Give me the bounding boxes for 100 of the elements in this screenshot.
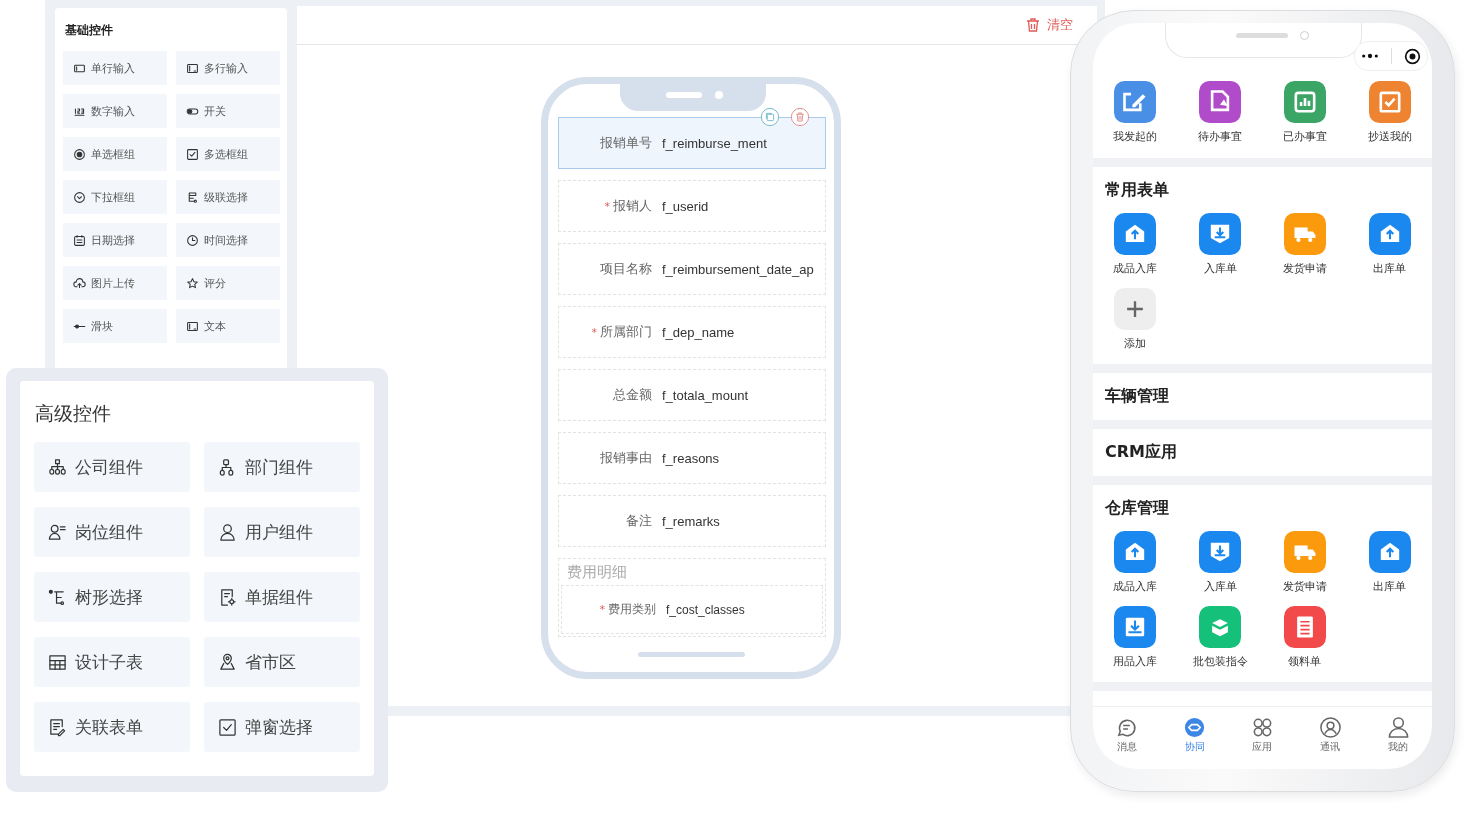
user-icon bbox=[218, 522, 237, 542]
app-label: 成品入库 bbox=[1113, 579, 1158, 594]
checkbox-icon bbox=[186, 147, 199, 161]
control-tile[interactable]: 岗位组件 bbox=[34, 507, 190, 557]
field-name: f_cost_classes bbox=[666, 602, 745, 617]
tab-bar-item[interactable]: 我的 bbox=[1364, 707, 1432, 763]
control-tile[interactable]: 公司组件 bbox=[34, 442, 190, 492]
field-label: * 所属部门 bbox=[590, 323, 652, 341]
form-field-row[interactable]: * 报销人 f_userid bbox=[558, 180, 826, 232]
field-label: * 费用类别 bbox=[598, 601, 656, 618]
field-label: 备注 bbox=[625, 512, 652, 530]
org-chart-icon bbox=[48, 457, 67, 477]
text-icon bbox=[186, 319, 199, 333]
control-tile[interactable]: 图片上传 bbox=[63, 266, 167, 300]
field-label: * 报销人 bbox=[603, 197, 652, 215]
app-label: 出库单 bbox=[1373, 579, 1407, 594]
field-name: f_totala_mount bbox=[662, 387, 748, 403]
control-tile[interactable]: 开关 bbox=[176, 94, 280, 128]
control-tile[interactable]: 数字输入 bbox=[63, 94, 167, 128]
app-label: 我发起的 bbox=[1113, 129, 1158, 144]
control-tile[interactable]: 下拉框组 bbox=[63, 180, 167, 214]
app-shortcut[interactable]: 用品入库 bbox=[1093, 606, 1178, 669]
control-tile[interactable]: 弹窗选择 bbox=[204, 702, 360, 752]
panel-title: 高级控件 bbox=[35, 401, 112, 426]
control-tile[interactable]: 评分 bbox=[176, 266, 280, 300]
control-tile[interactable]: 文本 bbox=[176, 309, 280, 343]
app-shortcut[interactable]: 入库单 bbox=[1177, 531, 1263, 594]
field-name: f_dep_name bbox=[662, 324, 735, 340]
app-shortcut[interactable]: 领料单 bbox=[1262, 606, 1348, 669]
app-label: 成品入库 bbox=[1113, 261, 1158, 276]
dropdown-icon bbox=[73, 190, 86, 204]
control-tile[interactable]: 单选框组 bbox=[63, 137, 167, 171]
control-tile[interactable]: 关联表单 bbox=[34, 702, 190, 752]
tab-bar-item[interactable]: 协同 bbox=[1160, 707, 1229, 763]
tab-bar-item[interactable]: 应用 bbox=[1228, 707, 1297, 763]
form-field-row[interactable]: 备注 f_remarks bbox=[558, 495, 826, 547]
form-field-row[interactable]: 报销单号 f_reimburse_ment bbox=[558, 117, 826, 169]
form-field-row[interactable]: * 费用类别 f_cost_classes bbox=[561, 586, 823, 634]
field-name: f_reimbursement_date_ap bbox=[662, 261, 814, 277]
control-tile[interactable]: 部门组件 bbox=[204, 442, 360, 492]
app-shortcut[interactable]: 添加 bbox=[1093, 288, 1178, 351]
app-shortcut[interactable]: 出库单 bbox=[1347, 213, 1432, 276]
app-label: 发货申请 bbox=[1282, 579, 1327, 594]
field-label: 项目名称 bbox=[599, 260, 652, 278]
field-label: 报销单号 bbox=[599, 134, 652, 152]
app-shortcut[interactable]: 已办事宜 bbox=[1262, 81, 1348, 144]
field-name: f_reasons bbox=[662, 450, 720, 466]
app-label: 领料单 bbox=[1288, 654, 1322, 669]
field-label: 报销事由 bbox=[599, 449, 652, 467]
textarea-icon bbox=[186, 61, 199, 75]
app-shortcut[interactable]: 发货申请 bbox=[1262, 213, 1348, 276]
control-tile[interactable]: 多选框组 bbox=[176, 137, 280, 171]
app-shortcut[interactable]: 出库单 bbox=[1347, 531, 1432, 594]
subtable-title: 费用明细 bbox=[561, 561, 823, 586]
control-tile[interactable]: 设计子表 bbox=[34, 637, 190, 687]
app-label: 出库单 bbox=[1373, 261, 1407, 276]
control-tile[interactable]: 省市区 bbox=[204, 637, 360, 687]
form-field-row[interactable]: 报销事由 f_reasons bbox=[558, 432, 826, 484]
user-icon bbox=[1386, 716, 1410, 739]
upload-icon bbox=[73, 276, 86, 290]
clock-icon bbox=[186, 233, 199, 247]
control-tile[interactable]: 单行输入 bbox=[63, 51, 167, 85]
app-shortcut[interactable]: 成品入库 bbox=[1093, 531, 1178, 594]
control-tile[interactable]: 树形选择 bbox=[34, 572, 190, 622]
more-icon[interactable] bbox=[1361, 52, 1379, 60]
control-tile[interactable]: 单据组件 bbox=[204, 572, 360, 622]
clear-button[interactable]: 清空 bbox=[1025, 16, 1073, 34]
app-shortcut[interactable]: 入库单 bbox=[1177, 213, 1263, 276]
document-edit-icon bbox=[48, 717, 67, 737]
control-tile[interactable]: 日期选择 bbox=[63, 223, 167, 257]
form-field-row[interactable]: 项目名称 f_reimbursement_date_ap bbox=[558, 243, 826, 295]
app-shortcut[interactable]: 发货申请 bbox=[1262, 531, 1348, 594]
form-field-row[interactable]: 总金额 f_totala_mount bbox=[558, 369, 826, 421]
control-tile[interactable]: 时间选择 bbox=[176, 223, 280, 257]
app-shortcut[interactable]: 待办事宜 bbox=[1177, 81, 1263, 144]
field-label: 总金额 bbox=[612, 386, 652, 404]
form-field-row[interactable]: * 所属部门 f_dep_name bbox=[558, 306, 826, 358]
control-tile[interactable]: 级联选择 bbox=[176, 180, 280, 214]
app-shortcut[interactable]: 抄送我的 bbox=[1347, 81, 1432, 144]
app-label: 用品入库 bbox=[1113, 654, 1158, 669]
section-title: CRM应用 bbox=[1104, 442, 1178, 463]
tree-icon bbox=[48, 587, 67, 607]
app-shortcut[interactable]: 我发起的 bbox=[1093, 81, 1178, 144]
app-label: 添加 bbox=[1124, 336, 1147, 351]
section-title: 仓库管理 bbox=[1104, 498, 1170, 519]
panel-title: 基础控件 bbox=[65, 22, 114, 39]
app-shortcut[interactable]: 成品入库 bbox=[1093, 213, 1178, 276]
radio-icon bbox=[73, 147, 86, 161]
user-list-icon bbox=[48, 522, 67, 542]
tab-bar-item[interactable]: 消息 bbox=[1093, 707, 1161, 763]
trash-icon bbox=[1025, 17, 1041, 33]
app-label: 待办事宜 bbox=[1198, 129, 1243, 144]
app-label: 已办事宜 bbox=[1282, 129, 1327, 144]
control-tile[interactable]: 多行输入 bbox=[176, 51, 280, 85]
section-title: 车辆管理 bbox=[1104, 386, 1170, 407]
tab-bar-item[interactable]: 通讯 bbox=[1296, 707, 1365, 763]
control-tile[interactable]: 滑块 bbox=[63, 309, 167, 343]
control-tile[interactable]: 用户组件 bbox=[204, 507, 360, 557]
app-shortcut[interactable]: 批包装指令 bbox=[1177, 606, 1263, 669]
close-target-icon[interactable] bbox=[1404, 47, 1421, 65]
